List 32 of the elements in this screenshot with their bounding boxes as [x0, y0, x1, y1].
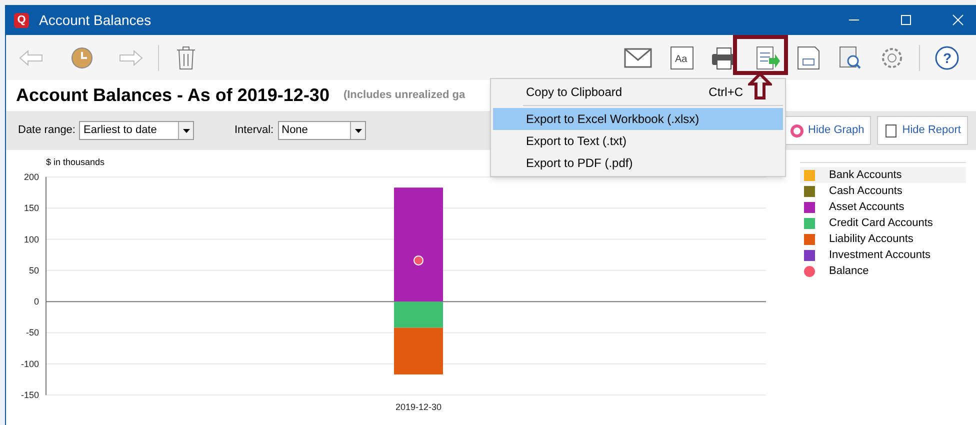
axis-tick-label: 50	[28, 265, 39, 276]
menu-item[interactable]: Export to Excel Workbook (.xlsx)	[493, 108, 783, 130]
axis-unit-label: $ in thousands	[46, 156, 105, 169]
dropdown[interactable]: None	[278, 121, 366, 140]
legend-item: Liability Accounts	[800, 231, 966, 247]
legend-item: Credit Card Accounts	[800, 215, 966, 231]
shortcut-label: Ctrl+C	[708, 84, 743, 101]
legend-item: Cash Accounts	[800, 183, 966, 199]
filter-label: Interval:	[234, 123, 274, 138]
axis-tick-label: 150	[24, 203, 39, 214]
axis-tick-label: 200	[24, 172, 39, 182]
axis-tick-label: 0	[34, 296, 39, 307]
legend-item: Investment Accounts	[800, 247, 966, 263]
legend-item: Bank Accounts	[800, 167, 966, 183]
legend-item: Asset Accounts	[800, 199, 966, 215]
menu-item[interactable]: Export to Text (.txt)	[493, 130, 783, 152]
axis-tick-label: 100	[24, 234, 39, 244]
window-title: Account Balances	[39, 10, 152, 30]
report-title: Account Balances - As of 2019-12-30	[16, 84, 330, 107]
axis-tick-label: -100	[20, 358, 39, 369]
legend-item: Balance	[800, 263, 966, 279]
app-logo: Q	[14, 12, 29, 28]
axis-tick-label: -150	[20, 390, 39, 400]
axis-tick-label: -50	[26, 328, 39, 338]
hide-report-button[interactable]: Hide Report	[877, 116, 968, 145]
menu-item[interactable]: Export to PDF (.pdf)	[493, 152, 783, 174]
dropdown[interactable]: Earliest to date	[79, 121, 194, 140]
category-label: 2019-12-30	[395, 402, 442, 412]
report-note: (Includes unrealized ga	[343, 88, 466, 104]
menu-item[interactable]: Copy to Clipboard Ctrl+C	[493, 81, 783, 103]
filter-label: Date range:	[18, 123, 76, 138]
hide-graph-button[interactable]: Hide Graph	[783, 116, 872, 145]
